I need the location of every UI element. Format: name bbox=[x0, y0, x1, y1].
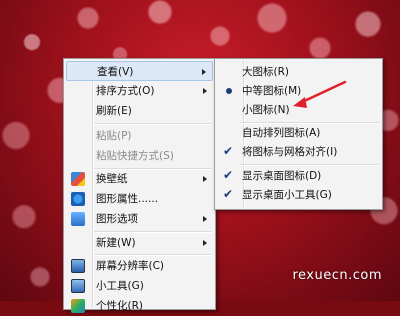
menu-item-graphics-options-label: 图形选项 bbox=[96, 213, 138, 225]
submenu-item-show-desktop-gadgets[interactable]: ✔ 显示桌面小工具(G) bbox=[217, 185, 380, 205]
submenu-arrow-icon bbox=[203, 176, 207, 182]
graphics-options-icon bbox=[71, 212, 85, 226]
submenu-item-large-icons[interactable]: 大图标(R) bbox=[217, 62, 380, 82]
graphics-properties-icon bbox=[71, 192, 85, 206]
watermark-text: rexuecn.com bbox=[292, 268, 382, 283]
submenu-arrow-icon bbox=[203, 88, 207, 94]
menu-item-change-wallpaper-label: 换壁纸 bbox=[96, 173, 128, 185]
submenu-arrow-icon bbox=[202, 69, 206, 75]
submenu-item-auto-arrange[interactable]: 自动排列图标(A) bbox=[217, 123, 380, 143]
submenu-item-show-desktop-gadgets-label: 显示桌面小工具(G) bbox=[242, 189, 332, 201]
personalize-icon bbox=[71, 299, 85, 313]
submenu-item-small-icons-label: 小图标(N) bbox=[242, 104, 290, 116]
menu-item-view-label: 查看(V) bbox=[97, 66, 134, 78]
menu-item-graphics-properties[interactable]: 图形属性...... bbox=[66, 189, 213, 209]
menu-item-change-wallpaper[interactable]: 换壁纸 bbox=[66, 169, 213, 189]
menu-item-paste-shortcut[interactable]: 粘贴快捷方式(S) bbox=[66, 146, 213, 166]
view-submenu: 大图标(R) 中等图标(M) 小图标(N) 自动排列图标(A) ✔ 将图标与网格… bbox=[214, 58, 383, 210]
menu-item-refresh-label: 刷新(E) bbox=[96, 105, 132, 117]
wallpaper-icon bbox=[71, 172, 85, 186]
submenu-arrow-icon bbox=[203, 216, 207, 222]
checkmark-icon: ✔ bbox=[223, 144, 234, 158]
menu-item-graphics-options[interactable]: 图形选项 bbox=[66, 209, 213, 229]
menu-item-screen-resolution[interactable]: 屏幕分辨率(C) bbox=[66, 256, 213, 276]
submenu-item-large-icons-label: 大图标(R) bbox=[242, 66, 289, 78]
menu-item-sort-by-label: 排序方式(O) bbox=[96, 85, 155, 97]
menu-item-new-label: 新建(W) bbox=[96, 237, 136, 249]
submenu-item-show-desktop-icons-label: 显示桌面图标(D) bbox=[242, 170, 322, 182]
submenu-arrow-icon bbox=[203, 240, 207, 246]
checkmark-icon: ✔ bbox=[223, 168, 234, 182]
menu-item-gadgets[interactable]: 小工具(G) bbox=[66, 276, 213, 296]
menu-item-view[interactable]: 查看(V) bbox=[66, 61, 213, 81]
menu-item-personalize[interactable]: 个性化(R) bbox=[66, 296, 213, 316]
checkmark-icon: ✔ bbox=[223, 187, 234, 201]
menu-item-screen-resolution-label: 屏幕分辨率(C) bbox=[96, 260, 165, 272]
radio-bullet-icon bbox=[226, 88, 232, 94]
submenu-item-medium-icons-label: 中等图标(M) bbox=[242, 85, 302, 97]
menu-item-paste[interactable]: 粘贴(P) bbox=[66, 126, 213, 146]
menu-item-paste-label: 粘贴(P) bbox=[96, 130, 132, 142]
gadgets-icon bbox=[71, 279, 85, 293]
menu-item-personalize-label: 个性化(R) bbox=[96, 300, 143, 312]
submenu-item-show-desktop-icons[interactable]: ✔ 显示桌面图标(D) bbox=[217, 166, 380, 186]
menu-item-graphics-properties-label: 图形属性...... bbox=[96, 193, 159, 205]
menu-item-new[interactable]: 新建(W) bbox=[66, 233, 213, 253]
submenu-item-medium-icons[interactable]: 中等图标(M) bbox=[217, 81, 380, 101]
submenu-item-align-to-grid[interactable]: ✔ 将图标与网格对齐(I) bbox=[217, 142, 380, 162]
submenu-item-align-to-grid-label: 将图标与网格对齐(I) bbox=[242, 146, 338, 158]
menu-separator bbox=[94, 123, 212, 125]
menu-item-refresh[interactable]: 刷新(E) bbox=[66, 101, 213, 121]
menu-item-paste-shortcut-label: 粘贴快捷方式(S) bbox=[96, 150, 174, 162]
menu-item-gadgets-label: 小工具(G) bbox=[96, 280, 144, 292]
submenu-item-auto-arrange-label: 自动排列图标(A) bbox=[242, 127, 321, 139]
submenu-item-small-icons[interactable]: 小图标(N) bbox=[217, 100, 380, 120]
desktop-context-menu: 查看(V) 排序方式(O) 刷新(E) 粘贴(P) 粘贴快捷方式(S) 换壁纸 … bbox=[63, 58, 216, 313]
screen-resolution-icon bbox=[71, 259, 85, 273]
menu-item-sort-by[interactable]: 排序方式(O) bbox=[66, 81, 213, 101]
